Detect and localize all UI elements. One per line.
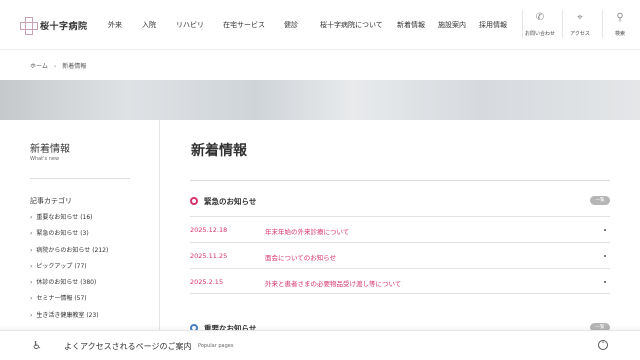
nav-item-about[interactable]: 桜十字病院について — [320, 20, 383, 30]
news-item[interactable]: 2025.12.18 年末年始の外来診療について — [190, 216, 610, 242]
nav-item-rehab[interactable]: リハビリ — [176, 20, 204, 30]
cross-logo-icon — [20, 17, 38, 35]
category-item[interactable]: 緊急のお知らせ (3) — [30, 230, 108, 246]
nav-item-outpatient[interactable]: 外来 — [108, 20, 122, 30]
news-date: 2025.12.18 — [190, 226, 228, 234]
bullet-icon — [604, 255, 606, 257]
bullet-icon — [604, 229, 606, 231]
access-label: アクセス — [570, 31, 590, 37]
popular-pages-subtitle: Popular pages — [198, 343, 234, 349]
news-link[interactable]: 年末年始の外来診療について — [265, 226, 349, 236]
category-item[interactable]: 生き活き健康教室 (23) — [30, 312, 108, 328]
nav-item-recruit[interactable]: 採用情報 — [479, 20, 507, 30]
popular-pages-title: よくアクセスされるページのご案内 — [64, 342, 192, 351]
sidebar: 新着情報 What's new 記事カテゴリ 重要なお知らせ (16) 緊急のお… — [0, 120, 160, 330]
search-icon: ⚲ — [616, 12, 624, 23]
news-link[interactable]: 面会についてのお知らせ — [265, 252, 336, 262]
category-heading: 記事カテゴリ — [30, 197, 72, 205]
news-item[interactable]: 2025.11.25 面会についてのお知らせ — [190, 242, 610, 268]
list-all-button[interactable]: 一覧 — [590, 196, 610, 205]
title-divider — [190, 180, 610, 181]
page-banner-image — [0, 80, 640, 120]
contact-button[interactable]: ✆ お問い合わせ — [522, 12, 558, 37]
map-pin-icon: ⌖ — [577, 12, 583, 23]
category-item[interactable]: ピックアップ (77) — [30, 263, 108, 279]
sidebar-divider — [30, 178, 130, 179]
search-button[interactable]: ⚲ 検索 — [602, 12, 638, 37]
category-item[interactable]: 病院からのお知らせ (212) — [30, 247, 108, 263]
nav-item-inpatient[interactable]: 入院 — [142, 20, 156, 30]
category-item[interactable]: 休診のお知らせ (380) — [30, 279, 108, 295]
breadcrumb: ホーム › 新着情報 — [30, 61, 86, 70]
access-button[interactable]: ⌖ アクセス — [562, 12, 598, 37]
nav-item-checkup[interactable]: 健診 — [284, 20, 298, 30]
section-header-urgent: 緊急のお知らせ 一覧 — [190, 195, 610, 207]
contact-label: お問い合わせ — [524, 31, 555, 37]
chevron-right-icon: › — [53, 63, 57, 70]
popular-pages-bar[interactable]: ♿ よくアクセスされるページのご案内 Popular pages ⌃ — [0, 330, 640, 360]
page-title: 新着情報 — [191, 143, 247, 159]
category-item[interactable]: セミナー情報 (57) — [30, 295, 108, 311]
site-logo[interactable]: 桜十字病院 — [20, 17, 88, 35]
category-list: 重要なお知らせ (16) 緊急のお知らせ (3) 病院からのお知らせ (212)… — [30, 214, 108, 328]
nav-item-home-service[interactable]: 在宅サービス — [223, 20, 265, 30]
search-label: 検索 — [614, 31, 625, 37]
category-item[interactable]: 重要なお知らせ (16) — [30, 214, 108, 230]
ring-bullet-icon — [190, 197, 198, 205]
sidebar-title: 新着情報 — [30, 144, 70, 155]
news-date: 2025.11.25 — [190, 252, 228, 260]
section-title: 緊急のお知らせ — [204, 197, 257, 206]
phone-icon: ✆ — [535, 12, 545, 23]
nav-item-facilities[interactable]: 施設案内 — [438, 20, 466, 30]
logo-text: 桜十字病院 — [40, 21, 88, 32]
news-link[interactable]: 外来と患者さまの必要物品受け渡し等について — [265, 278, 401, 288]
news-date: 2025.2.15 — [190, 278, 224, 286]
breadcrumb-current: 新着情報 — [62, 63, 87, 70]
news-item[interactable]: 2025.2.15 外来と患者さまの必要物品受け渡し等について — [190, 268, 610, 294]
person-walking-icon: ♿ — [32, 339, 42, 352]
news-list: 2025.12.18 年末年始の外来診療について 2025.11.25 面会につ… — [190, 216, 610, 294]
sidebar-subtitle: What's new — [30, 156, 60, 162]
site-header: 桜十字病院 外来 入院 リハビリ 在宅サービス 健診 桜十字病院について 新着情… — [0, 0, 640, 50]
breadcrumb-home[interactable]: ホーム — [30, 63, 48, 70]
nav-item-news[interactable]: 新着情報 — [397, 20, 425, 30]
bullet-icon — [604, 281, 606, 283]
chevron-up-icon[interactable]: ⌃ — [598, 340, 608, 350]
